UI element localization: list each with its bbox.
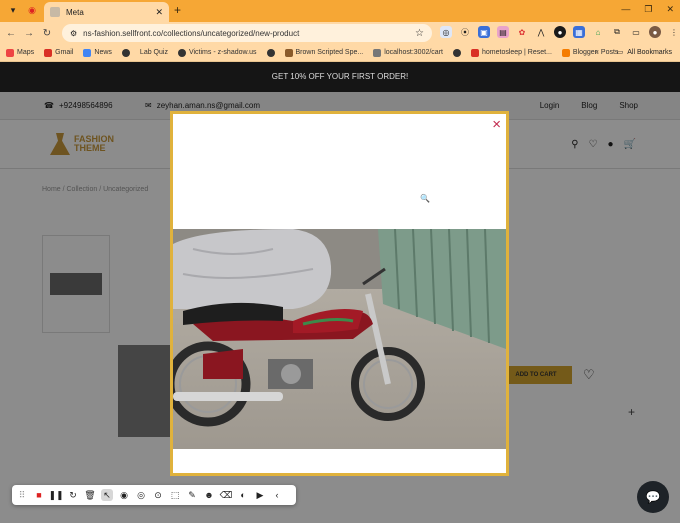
extension-icon[interactable]: ◎ [440, 26, 452, 38]
page-icon [373, 48, 382, 57]
select-area-icon[interactable]: ⬚ [169, 489, 181, 501]
image-lightbox: × 🔍 [170, 111, 509, 476]
folder-icon: ▭ [616, 49, 624, 56]
bookmark-globe[interactable] [266, 48, 275, 57]
product-photo-motorcycle[interactable] [173, 229, 506, 449]
bookmark-star-icon[interactable]: ☆ [415, 28, 424, 39]
pointer-tool-icon[interactable]: ↖ [101, 489, 113, 501]
tab-meta[interactable]: Meta ✕ [44, 2, 169, 22]
promo-banner: GET 10% OFF YOUR FIRST ORDER! [0, 62, 680, 92]
bookmark-gmail[interactable]: Gmail [44, 48, 73, 57]
stop-record-icon[interactable]: ■ [33, 489, 45, 501]
close-window-icon[interactable]: ✕ [666, 4, 674, 15]
bookmark-globe[interactable] [121, 48, 130, 57]
browser-tab-bar: ▾ ◉ Meta ✕ + — ❐ ✕ [0, 0, 680, 22]
bookmark-lab-quiz[interactable]: Lab Quiz [140, 49, 168, 56]
maximize-icon[interactable]: ❐ [644, 4, 652, 15]
new-tab-button[interactable]: + [174, 3, 181, 17]
bookmark-brown-scripted[interactable]: Brown Scripted Spe... [284, 48, 363, 57]
eraser-icon[interactable]: ⌫ [220, 489, 233, 501]
site-info-icon[interactable]: ⚙ [70, 29, 77, 38]
globe-icon [452, 48, 461, 57]
bookmark-maps[interactable]: Maps [6, 48, 34, 57]
zoom-icon[interactable]: 🔍 [420, 194, 430, 203]
emoji-icon[interactable]: ☻ [203, 489, 215, 501]
blogger-icon [561, 48, 570, 57]
profile-avatar[interactable]: ● [649, 26, 661, 38]
restart-icon[interactable]: ↻ [67, 489, 79, 501]
minimize-icon[interactable]: — [621, 4, 630, 15]
gmail-icon [44, 48, 53, 57]
bookmarks-bar: Maps Gmail News Lab Quiz Victims - z-sha… [0, 44, 680, 62]
delete-icon[interactable]: 🗑 [84, 489, 96, 501]
back-icon[interactable]: ← [2, 28, 20, 39]
tab-close-icon[interactable]: ✕ [155, 7, 163, 18]
reload-icon[interactable]: ↻ [38, 28, 56, 39]
highlight-click-icon[interactable]: ◉ [118, 489, 130, 501]
screen-recorder-toolbar: ⠿ ■ ❚❚ ↻ 🗑 ↖ ◉ ◎ ⊙ ⬚ ✎ ☻ ⌫ ◐ ▶ ‹ [12, 485, 296, 505]
side-panel-icon[interactable]: ▭ [630, 26, 642, 38]
url-text: ns-fashion.sellfront.co/collections/unca… [83, 28, 300, 38]
chat-widget-button[interactable]: 💬 [637, 481, 669, 513]
bookmarks-overflow-button[interactable]: » [595, 49, 599, 56]
cursor-effect-icon[interactable]: ⊙ [152, 489, 164, 501]
bookmark-news[interactable]: News [83, 48, 112, 57]
blur-icon[interactable]: ◐ [237, 489, 249, 501]
extension-icon[interactable]: ⌂ [592, 26, 604, 38]
extension-icon[interactable]: ● [554, 26, 566, 38]
draw-pen-icon[interactable]: ✎ [186, 489, 198, 501]
chat-bubble-icon: 💬 [645, 490, 661, 504]
browser-menu-icon[interactable]: ⋮ [668, 26, 680, 38]
extensions-puzzle-icon[interactable]: ⧉ [611, 26, 623, 38]
globe-icon [121, 48, 130, 57]
globe-icon [177, 48, 186, 57]
address-bar[interactable]: ⚙ ns-fashion.sellfront.co/collections/un… [62, 24, 432, 42]
spotlight-icon[interactable]: ◎ [135, 489, 147, 501]
tab-favicon-icon [50, 7, 60, 17]
record-indicator-icon: ◉ [28, 4, 36, 15]
globe-icon [266, 48, 275, 57]
all-bookmarks-link[interactable]: All Bookmarks [627, 49, 672, 56]
motorcycle-image [173, 229, 506, 449]
address-row: ← → ↻ ⚙ ns-fashion.sellfront.co/collecti… [0, 22, 680, 44]
extension-icon[interactable]: ▣ [478, 26, 490, 38]
camera-icon[interactable]: ▶ [254, 489, 266, 501]
bookmark-hometosleep[interactable]: hometosleep | Reset... [470, 48, 552, 57]
extension-icon[interactable]: ⋀ [535, 26, 547, 38]
collapse-chevron-icon[interactable]: ‹ [271, 489, 283, 501]
gmail-icon [470, 48, 479, 57]
tab-title: Meta [66, 7, 84, 17]
extension-icon[interactable]: ▦ [573, 26, 585, 38]
maps-icon [6, 48, 14, 57]
extension-icon[interactable]: ⦿ [459, 26, 471, 38]
page-icon [284, 48, 293, 57]
tab-search-icon[interactable]: ▾ [6, 3, 20, 17]
news-icon [83, 48, 92, 57]
close-icon[interactable]: × [492, 117, 501, 133]
bookmark-localhost[interactable]: localhost:3002/cart [373, 48, 443, 57]
bookmark-victims[interactable]: Victims - z-shadow.us [177, 48, 257, 57]
extension-icon[interactable]: ▤ [497, 26, 509, 38]
forward-icon[interactable]: → [20, 28, 38, 39]
extension-icon[interactable]: ✿ [516, 26, 528, 38]
pause-icon[interactable]: ❚❚ [48, 489, 63, 501]
bookmark-globe[interactable] [452, 48, 461, 57]
drag-handle-icon[interactable]: ⠿ [16, 489, 28, 501]
